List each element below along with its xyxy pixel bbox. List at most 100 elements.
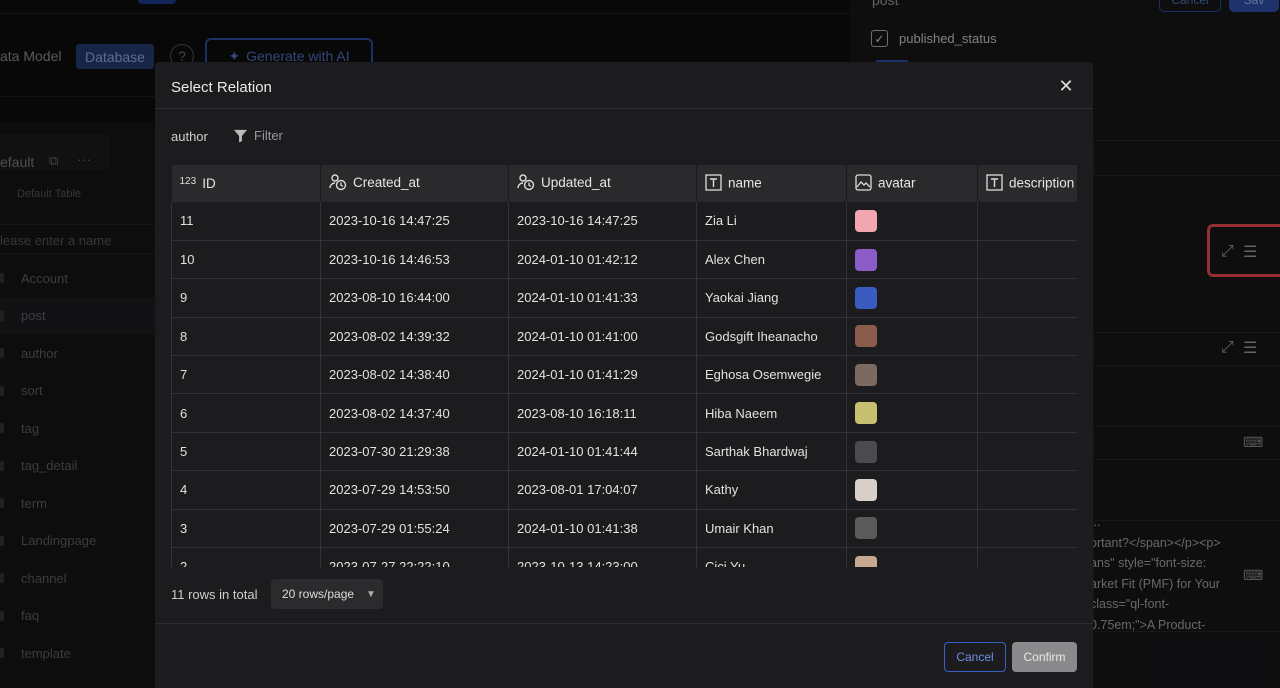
- cell-updated: 2024-01-10 01:41:38: [508, 509, 697, 549]
- cell-avatar: [846, 355, 978, 395]
- cell-description: [977, 355, 1077, 395]
- cell-id: 5: [171, 432, 321, 472]
- cell-avatar: [846, 509, 978, 549]
- avatar[interactable]: [855, 363, 877, 386]
- avatar[interactable]: [855, 402, 877, 425]
- cell-id: 6: [171, 393, 321, 433]
- cell-created: 2023-08-10 16:44:00: [320, 278, 509, 318]
- column-header-created_at[interactable]: Created_at: [320, 165, 509, 202]
- column-header-updated_at[interactable]: Updated_at: [508, 165, 697, 202]
- divider: [155, 623, 1093, 624]
- cell-created: 2023-10-16 14:46:53: [320, 240, 509, 280]
- cell-updated: 2023-10-13 14:23:00: [508, 547, 697, 567]
- cell-id: 8: [171, 317, 321, 357]
- cell-name: Godsgift Iheanacho: [696, 317, 847, 357]
- cell-created: 2023-08-02 14:37:40: [320, 393, 509, 433]
- cell-name: Hiba Naeem: [696, 393, 847, 433]
- cell-description: [977, 547, 1077, 567]
- cell-avatar: [846, 547, 978, 567]
- filter-button[interactable]: Filter: [233, 128, 283, 143]
- cell-updated: 2024-01-10 01:41:33: [508, 278, 697, 318]
- row-count: 11 rows in total: [171, 587, 258, 602]
- cell-id: 9: [171, 278, 321, 318]
- cell-name: Alex Chen: [696, 240, 847, 280]
- cell-name: Eghosa Osemwegie: [696, 355, 847, 395]
- table-row[interactable]: 7 2023-08-02 14:38:40 2024-01-10 01:41:29 E…: [171, 355, 1077, 395]
- avatar[interactable]: [855, 248, 877, 271]
- cell-created: 2023-10-16 14:47:25: [320, 202, 509, 241]
- cell-description: [977, 432, 1077, 472]
- cancel-button[interactable]: Cancel: [944, 642, 1006, 672]
- cell-updated: 2023-10-16 14:47:25: [508, 202, 697, 241]
- cell-description: [977, 240, 1077, 280]
- cell-created: 2023-08-02 14:38:40: [320, 355, 509, 395]
- cell-created: 2023-08-02 14:39:32: [320, 317, 509, 357]
- cell-description: [977, 278, 1077, 318]
- cell-name: Zia Li: [696, 202, 847, 241]
- select-relation-dialog: Select Relation ✕ author Filter 123 ID Cre…: [155, 62, 1093, 688]
- avatar[interactable]: [855, 440, 877, 463]
- table-row[interactable]: 6 2023-08-02 14:37:40 2023-08-10 16:18:11 H…: [171, 393, 1077, 433]
- dialog-title: Select Relation: [171, 79, 272, 96]
- cell-description: [977, 470, 1077, 510]
- cell-updated: 2024-01-10 01:42:12: [508, 240, 697, 280]
- avatar[interactable]: [855, 325, 877, 348]
- cell-created: 2023-07-29 14:53:50: [320, 470, 509, 510]
- avatar[interactable]: [855, 478, 877, 501]
- cell-name: Sarthak Bhardwaj: [696, 432, 847, 472]
- cell-avatar: [846, 202, 978, 241]
- cell-created: 2023-07-27 22:22:10: [320, 547, 509, 567]
- number-icon: 123: [179, 176, 197, 187]
- relation-table-name: author: [171, 129, 208, 144]
- cell-avatar: [846, 278, 978, 318]
- cell-description: [977, 393, 1077, 433]
- cell-name: Yaokai Jiang: [696, 278, 847, 318]
- cell-updated: 2024-01-10 01:41:29: [508, 355, 697, 395]
- page-size-select[interactable]: 20 rows/page ▼: [271, 579, 383, 609]
- cell-avatar: [846, 317, 978, 357]
- cell-description: [977, 202, 1077, 241]
- updated-time-icon: [517, 173, 535, 194]
- cell-id: 11: [171, 202, 321, 241]
- table-row[interactable]: 2 2023-07-27 22:22:10 2023-10-13 14:23:00 C…: [171, 547, 1077, 567]
- table-row[interactable]: 11 2023-10-16 14:47:25 2023-10-16 14:47:25…: [171, 202, 1077, 241]
- image-field-icon: [855, 173, 872, 194]
- cell-description: [977, 317, 1077, 357]
- cell-updated: 2024-01-10 01:41:00: [508, 317, 697, 357]
- cell-updated: 2024-01-10 01:41:44: [508, 432, 697, 472]
- cell-avatar: [846, 393, 978, 433]
- avatar[interactable]: [855, 517, 877, 540]
- table-row[interactable]: 5 2023-07-30 21:29:38 2024-01-10 01:41:44 S…: [171, 432, 1077, 472]
- table-row[interactable]: 9 2023-08-10 16:44:00 2024-01-10 01:41:33 Y…: [171, 278, 1077, 318]
- cell-avatar: [846, 470, 978, 510]
- table-row[interactable]: 3 2023-07-29 01:55:24 2024-01-10 01:41:38 U…: [171, 509, 1077, 549]
- avatar[interactable]: [855, 286, 877, 309]
- table-row[interactable]: 10 2023-10-16 14:46:53 2024-01-10 01:42:12…: [171, 240, 1077, 280]
- avatar[interactable]: [855, 555, 877, 567]
- cell-avatar: [846, 432, 978, 472]
- text-field-icon: [986, 173, 1003, 194]
- cell-id: 2: [171, 547, 321, 567]
- table-row[interactable]: 4 2023-07-29 14:53:50 2023-08-01 17:04:07 K…: [171, 470, 1077, 510]
- cell-id: 4: [171, 470, 321, 510]
- cell-id: 3: [171, 509, 321, 549]
- cell-id: 7: [171, 355, 321, 395]
- column-header-avatar[interactable]: avatar: [846, 165, 978, 202]
- cell-description: [977, 509, 1077, 549]
- chevron-down-icon: ▼: [366, 588, 376, 600]
- text-field-icon: [705, 173, 722, 194]
- avatar[interactable]: [855, 209, 877, 232]
- column-header-description[interactable]: description: [977, 165, 1077, 202]
- column-header-name[interactable]: name: [696, 165, 847, 202]
- table-row[interactable]: 8 2023-08-02 14:39:32 2024-01-10 01:41:00 G…: [171, 317, 1077, 357]
- confirm-button[interactable]: Confirm: [1012, 642, 1077, 672]
- cell-id: 10: [171, 240, 321, 280]
- cell-avatar: [846, 240, 978, 280]
- close-icon[interactable]: ✕: [1056, 76, 1076, 96]
- records-table: 123 ID Created_at Updated_at name avatar descr…: [171, 165, 1077, 567]
- cell-updated: 2023-08-10 16:18:11: [508, 393, 697, 433]
- created-time-icon: [329, 173, 347, 194]
- column-header-id[interactable]: 123 ID: [171, 165, 321, 202]
- divider: [155, 108, 1093, 109]
- cell-created: 2023-07-29 01:55:24: [320, 509, 509, 549]
